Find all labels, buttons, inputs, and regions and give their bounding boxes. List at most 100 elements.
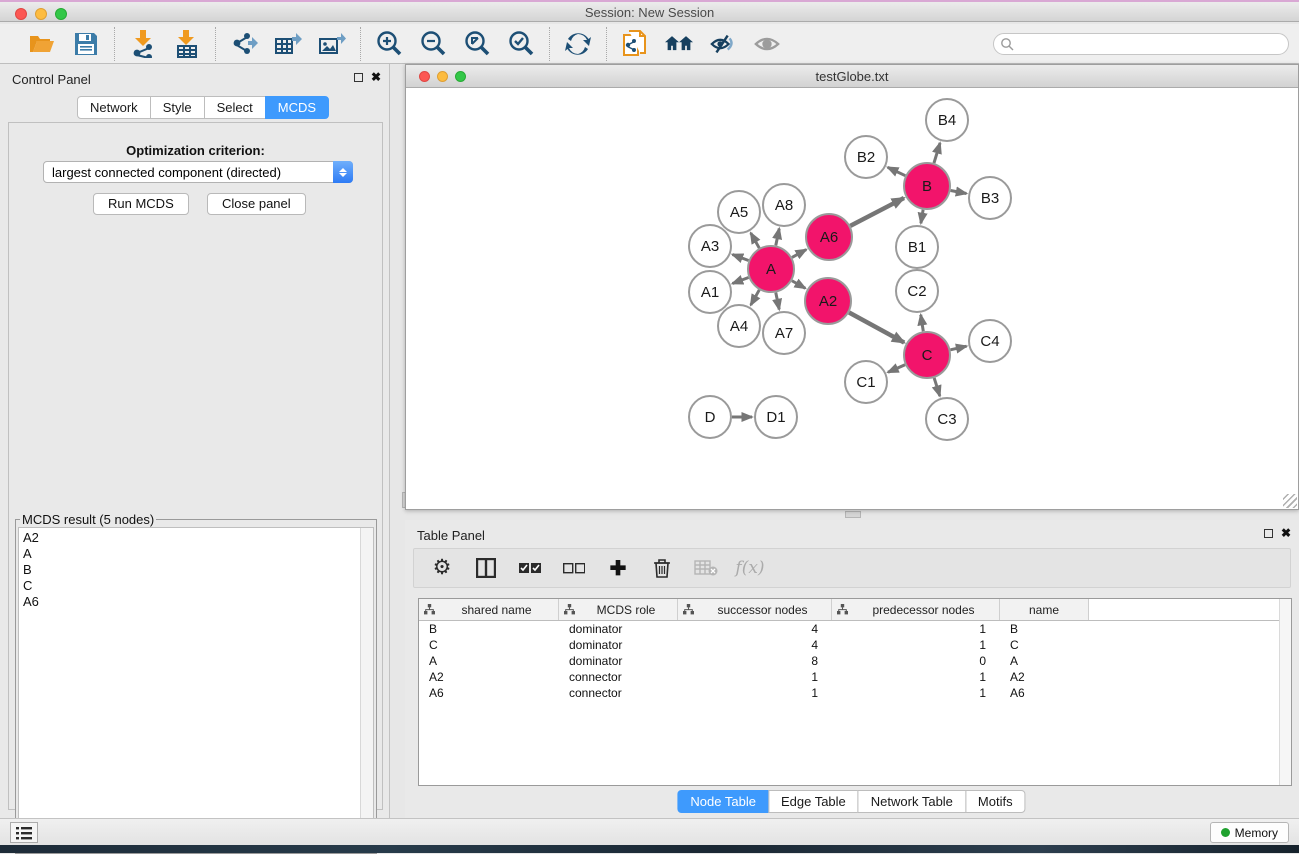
import-network-icon[interactable]	[129, 30, 157, 58]
table-cell[interactable]: B	[419, 622, 559, 636]
home-icon[interactable]	[665, 30, 693, 58]
criterion-dropdown[interactable]: largest connected component (directed)	[43, 161, 353, 183]
select-all-columns-icon[interactable]	[518, 556, 542, 580]
table-cell[interactable]: A2	[419, 670, 559, 684]
tab-style[interactable]: Style	[150, 96, 205, 119]
tab-network-table[interactable]: Network Table	[858, 790, 966, 813]
table-cell[interactable]: 4	[678, 622, 832, 636]
float-table-panel-icon[interactable]	[1264, 529, 1273, 538]
tab-select[interactable]: Select	[204, 96, 266, 119]
close-panel-button[interactable]: Close panel	[207, 193, 306, 215]
table-cell[interactable]: C	[419, 638, 559, 652]
edge-A6-B[interactable]	[850, 198, 904, 226]
table-cell[interactable]: 1	[832, 670, 1000, 684]
graph-node-A5[interactable]: A5	[718, 191, 760, 233]
table-cell[interactable]: 8	[678, 654, 832, 668]
delete-column-icon[interactable]	[650, 556, 674, 580]
graph-node-B3[interactable]: B3	[969, 177, 1011, 219]
graph-node-C1[interactable]: C1	[845, 361, 887, 403]
graph-node-B2[interactable]: B2	[845, 136, 887, 178]
table-settings-icon[interactable]: ⚙	[430, 556, 454, 580]
tab-network[interactable]: Network	[77, 96, 151, 119]
duplicate-network-icon[interactable]	[621, 30, 649, 58]
zoom-fit-icon[interactable]	[463, 30, 491, 58]
edge-A-A2[interactable]	[792, 281, 805, 289]
edge-C-C1[interactable]	[888, 365, 905, 373]
graph-node-B[interactable]: B	[904, 163, 950, 209]
close-table-panel-icon[interactable]: ✖	[1281, 528, 1291, 538]
graph-node-C3[interactable]: C3	[926, 398, 968, 440]
table-cell[interactable]: B	[1000, 622, 1089, 636]
tab-node-table[interactable]: Node Table	[677, 790, 769, 813]
tab-edge-table[interactable]: Edge Table	[768, 790, 859, 813]
edge-B-B2[interactable]	[888, 167, 906, 175]
zoom-selected-icon[interactable]	[507, 30, 535, 58]
graph-node-C[interactable]: C	[904, 332, 950, 378]
delete-table-icon[interactable]	[694, 556, 718, 580]
graph-node-A6[interactable]: A6	[806, 214, 852, 260]
table-row[interactable]: Adominator80A	[419, 653, 1291, 669]
save-session-icon[interactable]	[72, 30, 100, 58]
zoom-out-icon[interactable]	[419, 30, 447, 58]
column-header-shared-name[interactable]: shared name	[419, 599, 559, 620]
graph-node-A8[interactable]: A8	[763, 184, 805, 226]
table-cell[interactable]: A6	[419, 686, 559, 700]
graph-node-D1[interactable]: D1	[755, 396, 797, 438]
open-session-icon[interactable]	[28, 30, 56, 58]
table-cell[interactable]: 0	[832, 654, 1000, 668]
memory-button[interactable]: Memory	[1210, 822, 1289, 843]
edge-A-A6[interactable]	[792, 250, 806, 258]
table-cell[interactable]: 1	[832, 686, 1000, 700]
graph-node-A4[interactable]: A4	[718, 305, 760, 347]
graph-node-C4[interactable]: C4	[969, 320, 1011, 362]
result-scrollbar[interactable]	[360, 528, 373, 844]
export-network-icon[interactable]	[230, 30, 258, 58]
graph-node-A[interactable]: A	[748, 246, 794, 292]
edge-A2-C[interactable]	[849, 312, 904, 342]
table-cell[interactable]: connector	[559, 686, 678, 700]
result-item[interactable]: B	[23, 562, 357, 578]
close-panel-icon[interactable]: ✖	[371, 72, 381, 82]
table-row[interactable]: A2connector11A2	[419, 669, 1291, 685]
add-column-icon[interactable]: ✚	[606, 556, 630, 580]
window-resize-grip[interactable]	[1283, 494, 1297, 508]
result-item[interactable]: A6	[23, 594, 357, 610]
graph-node-A2[interactable]: A2	[805, 278, 851, 324]
float-panel-icon[interactable]	[354, 73, 363, 82]
splitter-handle-horizontal[interactable]	[845, 511, 861, 518]
table-cell[interactable]: A	[419, 654, 559, 668]
result-item[interactable]: A	[23, 546, 357, 562]
table-cell[interactable]: connector	[559, 670, 678, 684]
table-row[interactable]: Bdominator41B	[419, 621, 1291, 637]
column-header-successor-nodes[interactable]: successor nodes	[678, 599, 832, 620]
export-table-icon[interactable]	[274, 30, 302, 58]
column-icon[interactable]	[474, 556, 498, 580]
zoom-in-icon[interactable]	[375, 30, 403, 58]
edge-C-C2[interactable]	[921, 315, 924, 332]
table-cell[interactable]: 1	[832, 638, 1000, 652]
table-cell[interactable]: 1	[678, 670, 832, 684]
node-table[interactable]: shared nameMCDS rolesuccessor nodesprede…	[418, 598, 1292, 786]
result-item[interactable]: A2	[23, 530, 357, 546]
table-cell[interactable]: dominator	[559, 654, 678, 668]
table-cell[interactable]: 4	[678, 638, 832, 652]
tab-motifs[interactable]: Motifs	[965, 790, 1026, 813]
refresh-icon[interactable]	[564, 30, 592, 58]
graph-node-B4[interactable]: B4	[926, 99, 968, 141]
graph-node-D[interactable]: D	[689, 396, 731, 438]
table-cell[interactable]: 1	[832, 622, 1000, 636]
column-header-predecessor-nodes[interactable]: predecessor nodes	[832, 599, 1000, 620]
export-image-icon[interactable]	[318, 30, 346, 58]
tab-mcds[interactable]: MCDS	[265, 96, 329, 119]
edge-A-A4[interactable]	[751, 290, 760, 305]
edge-A-A3[interactable]	[732, 254, 748, 260]
table-cell[interactable]: A2	[1000, 670, 1089, 684]
edge-B-B4[interactable]	[934, 143, 940, 163]
edge-A-A1[interactable]	[732, 277, 748, 283]
column-header-name[interactable]: name	[1000, 599, 1089, 620]
edge-A-A5[interactable]	[751, 233, 760, 248]
graph-node-A7[interactable]: A7	[763, 312, 805, 354]
network-window-titlebar[interactable]: testGlobe.txt	[406, 65, 1298, 88]
table-cell[interactable]: C	[1000, 638, 1089, 652]
run-mcds-button[interactable]: Run MCDS	[93, 193, 189, 215]
